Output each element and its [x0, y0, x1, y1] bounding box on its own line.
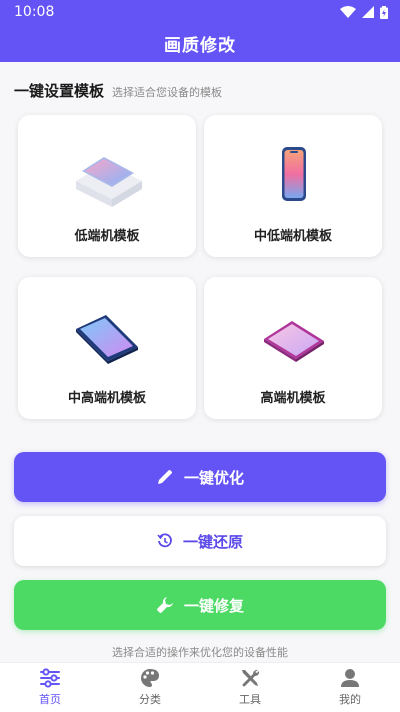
- section-subtitle: 选择适合您设备的模板: [112, 86, 223, 99]
- phone-upright-illustration: [248, 137, 338, 217]
- repair-button-label: 一键修复: [183, 596, 244, 615]
- phone-tilted-blue-illustration: [62, 299, 152, 379]
- tab-label: 工具: [239, 693, 261, 706]
- repair-button[interactable]: 一键修复: [14, 580, 386, 630]
- tab-label: 分类: [139, 693, 161, 706]
- status-time: 10:08: [14, 4, 55, 20]
- app-bar: 画质修改: [0, 24, 400, 62]
- tab-profile[interactable]: 我的: [300, 663, 400, 712]
- tab-label: 首页: [39, 693, 61, 706]
- template-card-high[interactable]: 高端机模板: [204, 277, 382, 419]
- template-label: 低端机模板: [74, 229, 140, 244]
- section-header: 一键设置模板 选择适合您设备的模板: [14, 80, 222, 101]
- sliders-icon: [40, 668, 60, 688]
- cell-signal-icon: [362, 6, 374, 18]
- tools-icon: [242, 669, 260, 687]
- person-icon: [341, 669, 359, 687]
- main-content: 一键设置模板 选择适合您设备的模板 低端机模板 中低端机模板 中高端机模板 高端…: [0, 62, 400, 662]
- restore-button-label: 一键还原: [182, 532, 243, 551]
- template-label: 高端机模板: [260, 391, 326, 406]
- history-icon: [157, 533, 172, 548]
- wifi-icon: [340, 6, 356, 18]
- tab-category[interactable]: 分类: [100, 663, 200, 712]
- template-label: 中低端机模板: [253, 229, 332, 244]
- hint-text: 选择合适的操作来优化您的设备性能: [112, 646, 288, 659]
- section-title: 一键设置模板: [14, 82, 105, 100]
- template-card-low[interactable]: 低端机模板: [18, 115, 196, 257]
- bottom-tab-bar: 首页 分类 工具 我的: [0, 662, 400, 712]
- battery-icon: [380, 5, 388, 19]
- tab-label: 我的: [339, 693, 361, 706]
- tab-tools[interactable]: 工具: [200, 663, 300, 712]
- palette-icon: [141, 669, 159, 687]
- template-card-mid-low[interactable]: 中低端机模板: [204, 115, 382, 257]
- optimize-button-label: 一键优化: [183, 468, 244, 487]
- status-icons: [340, 5, 388, 19]
- status-bar: 10:08: [0, 0, 400, 24]
- template-label: 中高端机模板: [67, 391, 146, 406]
- tab-home[interactable]: 首页: [0, 663, 100, 712]
- app-title: 画质修改: [164, 35, 236, 56]
- phone-tilted-pink-illustration: [248, 299, 338, 379]
- pencil-icon: [157, 470, 172, 484]
- optimize-button[interactable]: 一键优化: [14, 452, 386, 502]
- wrench-icon: [156, 597, 173, 613]
- restore-button[interactable]: 一键还原: [14, 516, 386, 566]
- phone-flat-illustration: [62, 137, 152, 217]
- template-card-mid-high[interactable]: 中高端机模板: [18, 277, 196, 419]
